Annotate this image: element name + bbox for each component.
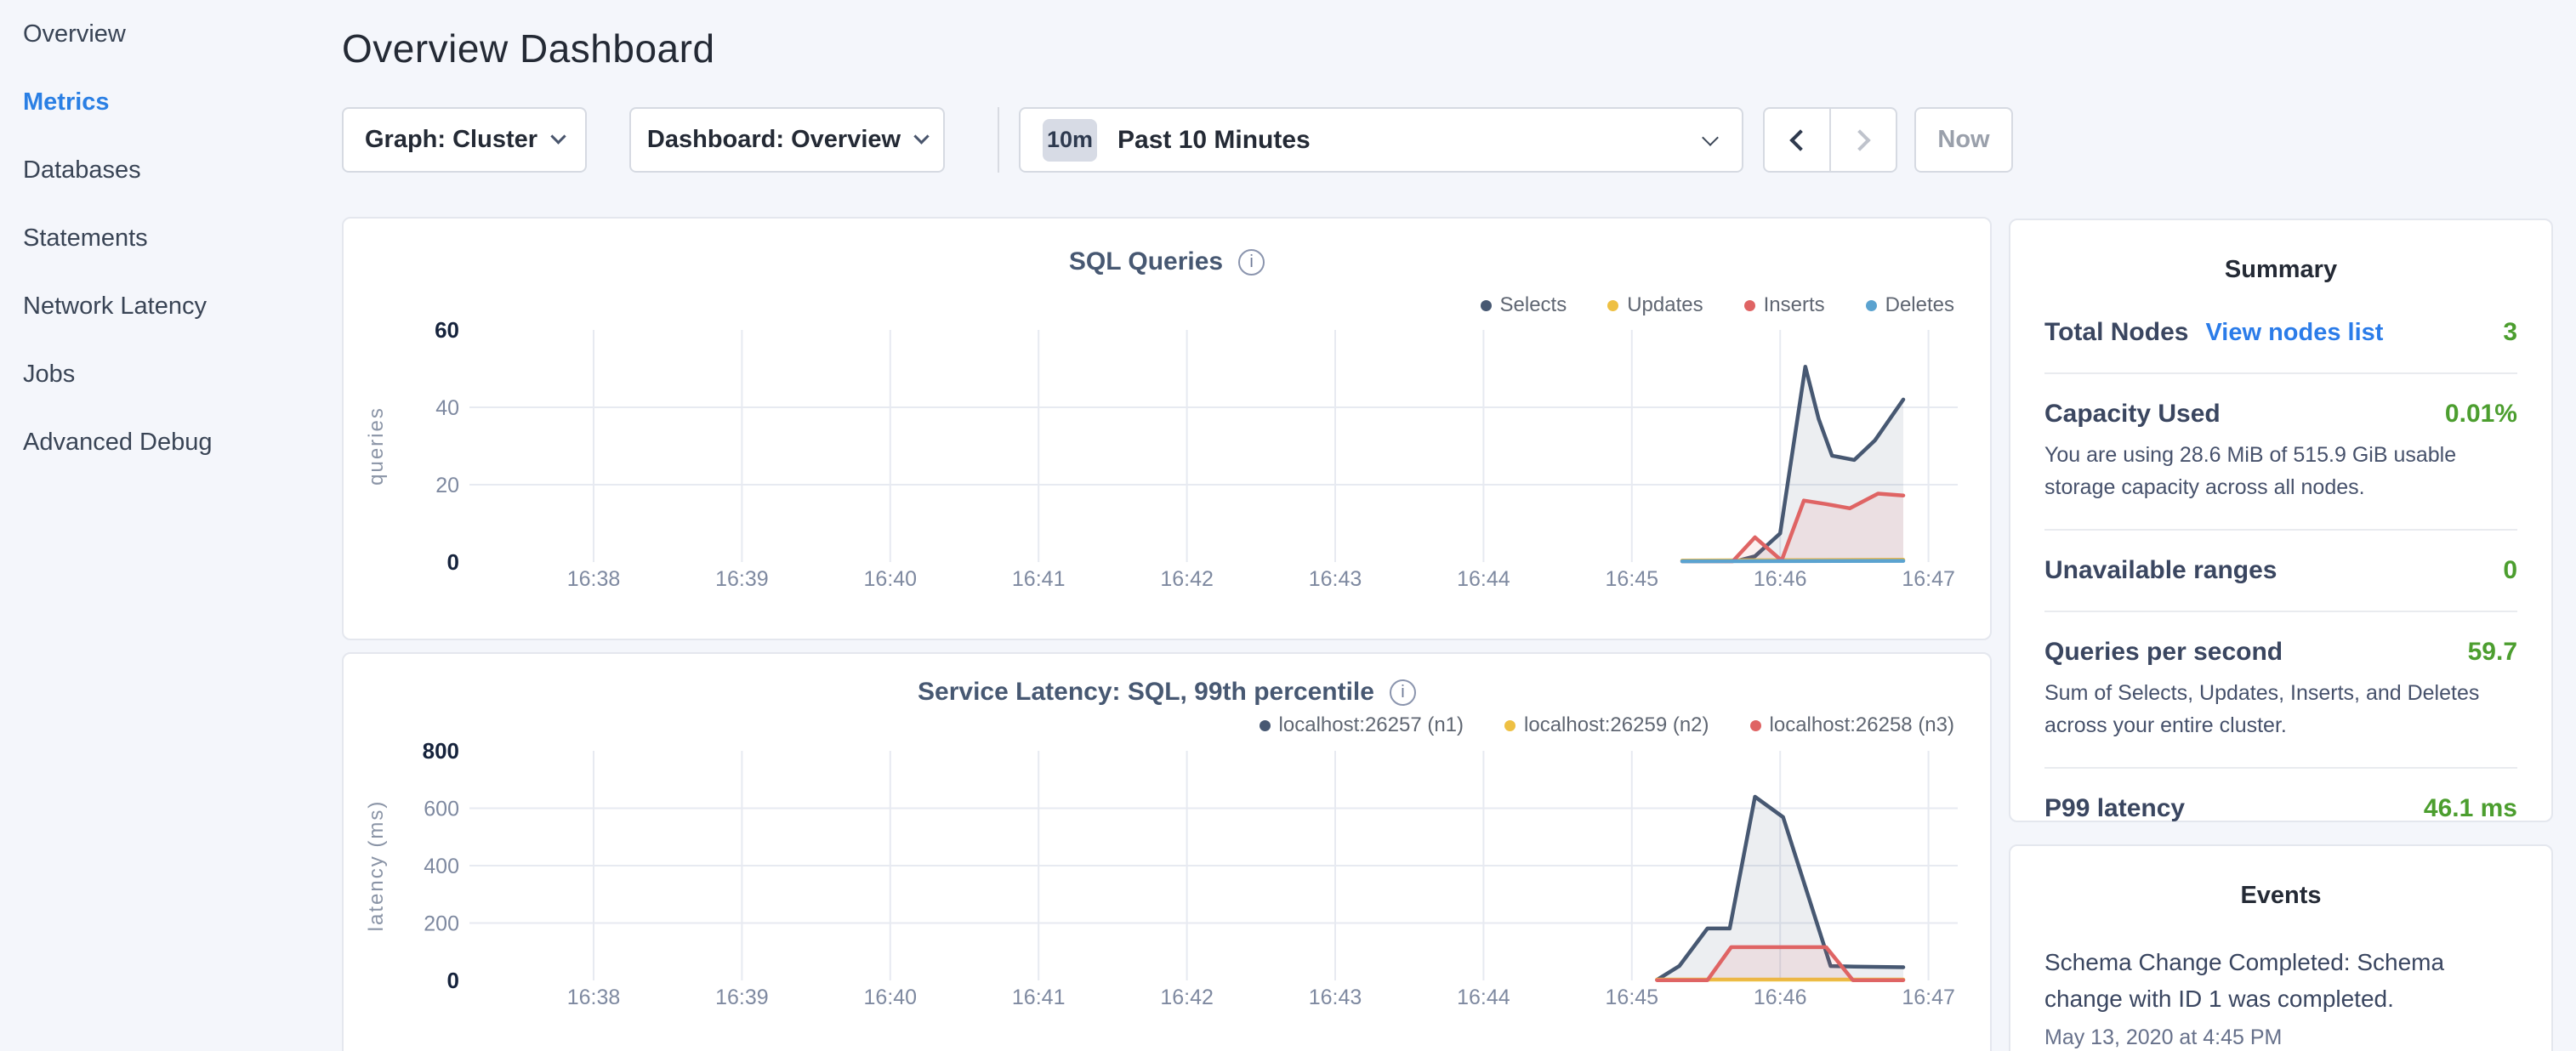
y-axis-title: latency (ms) (365, 800, 388, 932)
y-tick-label: 0 (447, 549, 459, 575)
x-tick-label: 16:39 (715, 567, 769, 591)
sidebar-item-metrics[interactable]: Metrics (0, 68, 340, 136)
view-nodes-list-link[interactable]: View nodes list (2205, 319, 2383, 347)
summary-panel: Summary Total Nodes View nodes list 3 Ca… (2009, 219, 2553, 822)
dashboard-label: Dashboard: Overview (647, 126, 901, 154)
summary-value: 3 (2503, 318, 2517, 347)
summary-label: Queries per second (2044, 638, 2283, 667)
summary-label: P99 latency (2044, 794, 2185, 823)
y-tick-label: 60 (435, 317, 459, 343)
x-tick-label: 16:38 (567, 986, 621, 1009)
summary-value: 59.7 (2468, 638, 2517, 667)
summary-value: 46.1 ms (2424, 794, 2517, 823)
now-button-label: Now (1937, 126, 1989, 154)
summary-value: 0.01% (2445, 400, 2517, 429)
x-tick-label: 16:42 (1160, 567, 1214, 591)
time-step-buttons (1763, 107, 1897, 173)
time-step-back-button[interactable] (1765, 109, 1829, 171)
event-list-item[interactable]: Schema Change Completed: Schema change w… (2044, 944, 2517, 1050)
x-tick-label: 16:41 (1012, 567, 1066, 591)
y-tick-label: 400 (424, 855, 459, 878)
x-tick-label: 16:46 (1754, 986, 1807, 1009)
service-latency-chart-card: Service Latency: SQL, 99th percentile i … (342, 652, 1992, 1051)
events-title: Events (2010, 846, 2551, 910)
summary-row-queries-per-second: Queries per second 59.7 Sum of Selects, … (2044, 611, 2517, 767)
sidebar-item-network-latency[interactable]: Network Latency (0, 272, 340, 340)
summary-description: You are using 28.6 MiB of 515.9 GiB usab… (2044, 439, 2517, 503)
x-tick-label: 16:47 (1902, 567, 1955, 591)
x-tick-label: 16:38 (567, 567, 621, 591)
x-tick-label: 16:42 (1160, 986, 1214, 1009)
time-range-label: Past 10 Minutes (1117, 126, 1311, 155)
graph-scope-dropdown[interactable]: Graph: Cluster (342, 107, 587, 173)
y-axis-title: queries (365, 406, 388, 486)
graph-scope-label: Graph: Cluster (365, 126, 537, 154)
chevron-down-icon (1702, 129, 1719, 146)
y-tick-label: 800 (423, 738, 459, 764)
now-button[interactable]: Now (1914, 107, 2013, 173)
sidebar-item-jobs[interactable]: Jobs (0, 340, 340, 408)
time-range-badge: 10m (1043, 119, 1097, 162)
x-tick-label: 16:44 (1457, 986, 1510, 1009)
summary-label: Capacity Used (2044, 400, 2221, 429)
x-tick-label: 16:43 (1309, 986, 1362, 1009)
chevron-down-icon (550, 128, 566, 144)
controls-row: Graph: Cluster Dashboard: Overview 10m P… (342, 107, 2013, 173)
y-tick-label: 20 (435, 474, 459, 497)
summary-row-unavailable-ranges: Unavailable ranges 0 (2044, 529, 2517, 611)
event-text: Schema Change Completed: Schema change w… (2044, 944, 2517, 1017)
summary-description: Sum of Selects, Updates, Inserts, and De… (2044, 677, 2517, 741)
x-tick-label: 16:45 (1606, 567, 1659, 591)
summary-value: 0 (2503, 556, 2517, 585)
controls-divider (998, 107, 999, 173)
x-tick-label: 16:41 (1012, 986, 1066, 1009)
sql-queries-chart: 16:38 16:39 16:40 16:41 16:42 16:43 16:44 16:45… (344, 219, 1990, 639)
summary-row-p99-latency: P99 latency 46.1 ms (2044, 767, 2517, 849)
sidebar-nav: Overview Metrics Databases Statements Ne… (0, 0, 340, 476)
summary-row-total-nodes: Total Nodes View nodes list 3 (2044, 318, 2517, 372)
chevron-right-icon (1849, 129, 1870, 151)
chevron-left-icon (1789, 129, 1811, 151)
y-tick-label: 40 (435, 396, 459, 420)
events-panel: Events Schema Change Completed: Schema c… (2009, 844, 2553, 1051)
x-tick-label: 16:40 (864, 986, 918, 1009)
event-timestamp: May 13, 2020 at 4:45 PM (2044, 1025, 2517, 1050)
x-tick-label: 16:39 (715, 986, 769, 1009)
series-line (1682, 561, 1903, 562)
sidebar-item-databases[interactable]: Databases (0, 136, 340, 204)
page-title: Overview Dashboard (342, 26, 715, 71)
summary-label: Unavailable ranges (2044, 556, 2277, 585)
x-tick-label: 16:45 (1606, 986, 1659, 1009)
summary-label: Total Nodes (2044, 318, 2188, 347)
sidebar-item-statements[interactable]: Statements (0, 204, 340, 272)
sql-queries-chart-card: SQL Queries i SelectsUpdatesInsertsDelet… (342, 217, 1992, 640)
y-tick-label: 0 (447, 968, 459, 993)
y-tick-label: 200 (424, 912, 459, 936)
x-tick-label: 16:43 (1309, 567, 1362, 591)
sidebar-item-advanced-debug[interactable]: Advanced Debug (0, 408, 340, 476)
sidebar-item-overview[interactable]: Overview (0, 0, 340, 68)
time-step-forward-button[interactable] (1829, 109, 1896, 171)
y-tick-label: 600 (424, 798, 459, 821)
x-tick-label: 16:46 (1754, 567, 1807, 591)
x-tick-label: 16:47 (1902, 986, 1955, 1009)
chevron-down-icon (913, 128, 929, 144)
dashboard-dropdown[interactable]: Dashboard: Overview (629, 107, 945, 173)
summary-row-capacity-used: Capacity Used 0.01% You are using 28.6 M… (2044, 372, 2517, 529)
service-latency-chart: 16:38 16:39 16:40 16:41 16:42 16:43 16:44 16:45… (344, 654, 1990, 1051)
x-tick-label: 16:40 (864, 567, 918, 591)
summary-title: Summary (2010, 220, 2551, 284)
x-tick-label: 16:44 (1457, 567, 1510, 591)
time-range-selector[interactable]: 10m Past 10 Minutes (1019, 107, 1743, 173)
